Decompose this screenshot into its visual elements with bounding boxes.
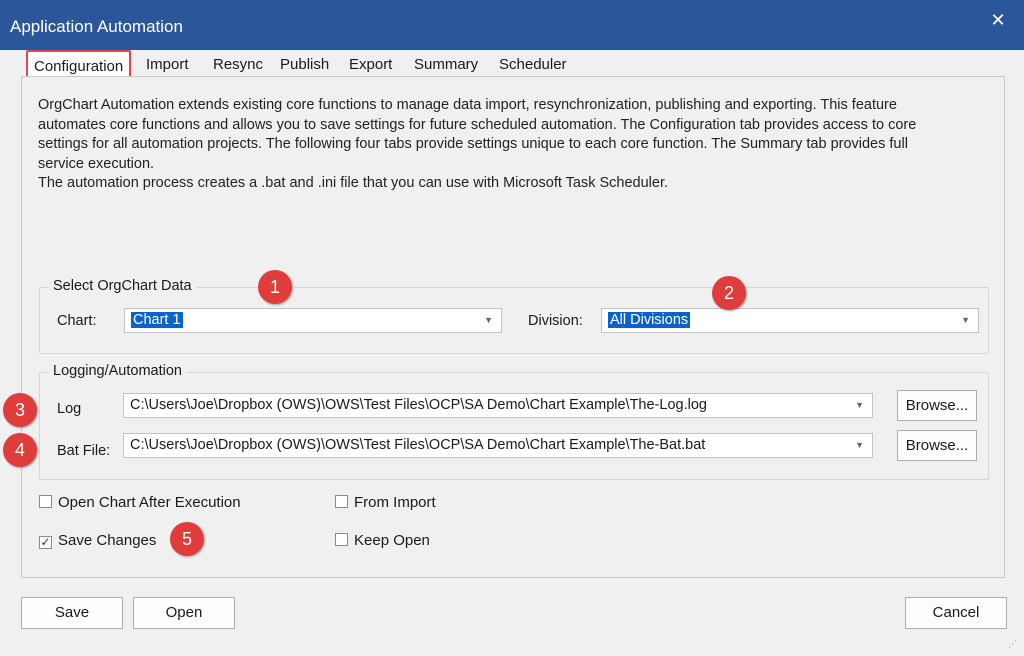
from-import-checkbox[interactable]: From Import <box>335 494 436 511</box>
checkbox-box <box>335 495 348 508</box>
save-changes-checkbox[interactable]: ✓ Save Changes <box>39 532 156 549</box>
tab-export[interactable]: Export <box>349 56 392 73</box>
description-line: automates core functions and allows you … <box>38 116 917 133</box>
dropdown-arrow-icon: ▼ <box>855 400 864 410</box>
checkbox-box <box>39 495 52 508</box>
group-title: Select OrgChart Data <box>49 278 196 294</box>
tab-summary[interactable]: Summary <box>414 56 478 73</box>
dropdown-arrow-icon: ▼ <box>484 315 493 325</box>
callout-marker: 1 <box>258 270 292 304</box>
checkbox-label: Save Changes <box>58 532 157 549</box>
tab-scheduler[interactable]: Scheduler <box>499 56 567 73</box>
open-chart-checkbox[interactable]: Open Chart After Execution <box>39 494 241 511</box>
tab-import[interactable]: Import <box>146 56 189 73</box>
tab-resync[interactable]: Resync <box>213 56 263 73</box>
callout-marker: 2 <box>712 276 746 310</box>
checkmark-icon: ✓ <box>39 535 52 549</box>
browse-log-button[interactable]: Browse... <box>897 390 977 421</box>
description-text: OrgChart Automation extends existing cor… <box>38 96 988 194</box>
logging-automation-group <box>39 372 989 480</box>
bat-file-label: Bat File: <box>57 443 111 459</box>
chart-label: Chart: <box>57 313 97 329</box>
resize-grip-icon[interactable]: ⋰ <box>1008 640 1018 650</box>
checkbox-label: Keep Open <box>354 532 430 549</box>
log-path-value: C:\Users\Joe\Dropbox (OWS)\OWS\Test File… <box>130 397 707 413</box>
open-button[interactable]: Open <box>133 597 235 629</box>
checkbox-label: Open Chart After Execution <box>58 494 241 511</box>
callout-marker: 4 <box>3 433 37 467</box>
browse-bat-button[interactable]: Browse... <box>897 430 977 461</box>
division-value: All Divisions <box>608 312 691 328</box>
window-title: Application Automation <box>10 17 183 36</box>
close-icon[interactable]: ✕ <box>986 8 1010 32</box>
save-button[interactable]: Save <box>21 597 123 629</box>
chart-select[interactable]: Chart 1 ▼ <box>124 308 502 333</box>
cancel-button[interactable]: Cancel <box>905 597 1007 629</box>
callout-marker: 5 <box>170 522 204 556</box>
bat-path-input[interactable]: C:\Users\Joe\Dropbox (OWS)\OWS\Test File… <box>123 433 873 458</box>
title-bar: Application Automation ✕ <box>0 0 1024 50</box>
description-line: settings for all automation projects. Th… <box>38 136 908 152</box>
chart-value: Chart 1 <box>131 312 183 328</box>
bat-path-value: C:\Users\Joe\Dropbox (OWS)\OWS\Test File… <box>130 437 706 453</box>
division-label: Division: <box>528 313 583 329</box>
log-path-input[interactable]: C:\Users\Joe\Dropbox (OWS)\OWS\Test File… <box>123 393 873 418</box>
group-title: Logging/Automation <box>49 363 186 379</box>
description-line: OrgChart Automation extends existing cor… <box>38 97 897 113</box>
division-select[interactable]: All Divisions ▼ <box>601 308 979 333</box>
description-line: service execution. <box>38 155 155 172</box>
log-label: Log <box>57 401 82 417</box>
keep-open-checkbox[interactable]: Keep Open <box>335 532 430 549</box>
checkbox-box <box>335 533 348 546</box>
tab-publish[interactable]: Publish <box>280 56 329 73</box>
dropdown-arrow-icon: ▼ <box>961 315 970 325</box>
description-line: The automation process creates a .bat an… <box>38 175 669 191</box>
dropdown-arrow-icon: ▼ <box>855 440 864 450</box>
callout-marker: 3 <box>3 393 37 427</box>
checkbox-label: From Import <box>354 494 436 511</box>
